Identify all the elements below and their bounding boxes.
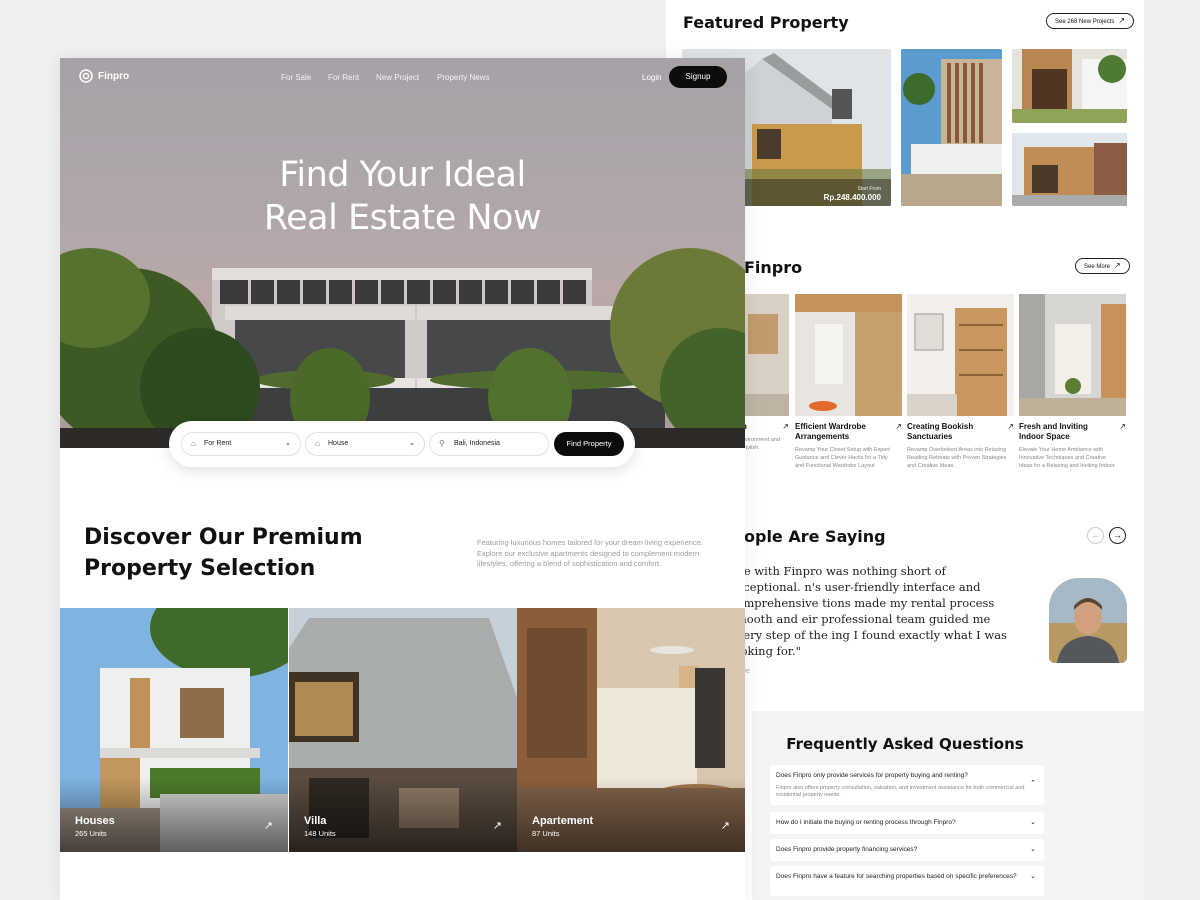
testimonial-quote: nce with Finpro was nothing short of exc… — [730, 564, 1007, 658]
article-title-2: Efficient Wardrobe Arrangements — [795, 422, 866, 441]
house-icon: ⌂ — [315, 439, 320, 448]
arrow-up-right-icon: ↗ — [263, 820, 273, 832]
category-count-apartement: 87 Units — [532, 829, 560, 838]
featured-card-3[interactable] — [1012, 49, 1127, 123]
chevron-down-icon: ⌄ — [285, 440, 291, 447]
faq-item-4[interactable]: Does Finpro have a feature for searching… — [770, 866, 1044, 896]
see-new-projects-button[interactable]: See 268 New Projects ↗ — [1046, 13, 1135, 29]
article-title-4: Fresh and Inviting Indoor Space — [1019, 422, 1088, 441]
featured-card-4-image — [1012, 133, 1127, 206]
discover-title-line-1: Discover Our Premium — [84, 525, 363, 550]
listing-type-value: For Rent — [204, 440, 232, 447]
nav-for-sale[interactable]: For Sale — [281, 73, 311, 82]
chevron-down-icon: ⌄ — [1030, 846, 1036, 853]
nav-for-rent[interactable]: For Rent — [328, 73, 359, 82]
article-desc-3: Revamp Overlooked Areas into Relaxing Re… — [907, 447, 1007, 469]
faq-title: Frequently Asked Questions — [786, 735, 1024, 753]
category-count-houses: 265 Units — [75, 829, 107, 838]
nav-property-news[interactable]: Property News — [437, 73, 489, 82]
featured-card-3-image — [1012, 49, 1127, 123]
faq-question-3: Does Finpro provide property financing s… — [776, 846, 918, 853]
see-new-projects-label: See 268 New Projects — [1055, 19, 1115, 25]
faq-question-4: Does Finpro have a feature for searching… — [776, 873, 1017, 880]
featured-title: Featured Property — [683, 13, 849, 32]
article-title-3: Creating Bookish Sanctuaries — [907, 422, 974, 441]
see-more-label: See More — [1084, 264, 1111, 270]
category-card-houses[interactable]: Houses 265 Units ↗ — [60, 608, 288, 852]
hero: Finpro For Sale For Rent New Project Pro… — [60, 58, 745, 448]
featured-card-2[interactable] — [901, 49, 1002, 206]
property-category-value: House — [328, 440, 349, 447]
chevron-up-icon: ⌃ — [1030, 780, 1036, 787]
chevron-down-icon: ⌄ — [1030, 819, 1036, 826]
nav-new-project[interactable]: New Project — [376, 73, 419, 82]
arrow-up-right-icon: ↗ — [720, 820, 730, 832]
testimonials-title: ople Are Saying — [744, 527, 886, 546]
article-card-4[interactable]: Fresh and Inviting Indoor Space ↗ Elevat… — [1019, 294, 1126, 470]
search-bar: ⌂ For Rent ⌄ ⌂ House ⌄ ⚲ Bali, Indonesia… — [169, 421, 635, 467]
location-value: Bali, Indonesia — [454, 440, 500, 447]
category-card-apartement[interactable]: Apartement 87 Units ↗ — [517, 608, 745, 852]
prev-testimonial-button[interactable]: ← — [1087, 527, 1104, 544]
find-property-button[interactable]: Find Property — [554, 432, 624, 456]
brand-logo[interactable]: Finpro — [79, 69, 129, 83]
featured-card-4[interactable] — [1012, 133, 1127, 206]
arrow-up-right-icon: ↗ — [895, 422, 902, 431]
featured-price-label: Start From — [857, 186, 881, 192]
faq-question-2: How do I initiate the buying or renting … — [776, 819, 956, 826]
category-name-apartement: Apartement — [532, 815, 594, 827]
articles-title: Finpro — [744, 258, 803, 277]
discover-description: Featuring luxurious homes tailored for y… — [477, 538, 703, 568]
brand-logo-icon — [79, 69, 93, 83]
signup-button[interactable]: Signup — [669, 66, 727, 88]
hero-title: Find Your Ideal Real Estate Now — [60, 154, 745, 240]
arrow-up-right-icon: ↗ — [782, 422, 789, 431]
article-image-3 — [907, 294, 1014, 416]
front-page: Finpro For Sale For Rent New Project Pro… — [60, 58, 745, 900]
hero-title-line-2: Real Estate Now — [263, 198, 542, 238]
home-icon: ⌂ — [191, 439, 196, 448]
chevron-down-icon: ⌄ — [409, 440, 415, 447]
next-testimonial-button[interactable]: → — [1109, 527, 1126, 544]
location-pin-icon: ⚲ — [439, 439, 445, 448]
featured-card-2-image — [901, 49, 1002, 206]
article-desc-1: nvironment and Stylish. — [742, 437, 780, 451]
article-desc-2: Revamp Your Closet Setup with Expert Gui… — [795, 447, 890, 469]
article-card-3[interactable]: Creating Bookish Sanctuaries ↗ Revamp Ov… — [907, 294, 1014, 470]
hero-building-image — [60, 248, 745, 448]
faq-item-1[interactable]: Does Finpro only provide services for pr… — [770, 765, 1044, 805]
arrow-up-right-icon: ↗ — [1119, 422, 1126, 431]
chevron-down-icon: ⌄ — [1030, 873, 1036, 880]
featured-price: Rp.248.400.000 — [823, 193, 881, 202]
hero-title-line-1: Find Your Ideal — [279, 155, 526, 195]
see-more-button[interactable]: See More ↗ — [1075, 258, 1130, 274]
login-link[interactable]: Login — [642, 73, 662, 82]
discover-title: Discover Our Premium Property Selection — [84, 522, 363, 584]
faq-answer-1: Finpro also offers property consultation… — [776, 785, 1025, 798]
article-desc-4: Elevate Your Home Ambiance with Innovati… — [1019, 447, 1115, 469]
category-name-houses: Houses — [75, 815, 115, 827]
category-count-villa: 148 Units — [304, 829, 336, 838]
faq-item-2[interactable]: How do I initiate the buying or renting … — [770, 812, 1044, 834]
discover-title-line-2: Property Selection — [84, 556, 316, 581]
category-card-villa[interactable]: Villa 148 Units ↗ — [289, 608, 517, 852]
article-image-2 — [795, 294, 902, 416]
arrow-up-right-icon: ↗ — [492, 820, 502, 832]
arrow-up-right-icon: ↗ — [1118, 16, 1126, 25]
arrow-up-right-icon: ↗ — [1114, 261, 1121, 270]
listing-type-select[interactable]: ⌂ For Rent ⌄ — [181, 432, 301, 456]
brand-name: Finpro — [98, 70, 130, 82]
faq-question-1: Does Finpro only provide services for pr… — [776, 772, 968, 779]
faq-panel: Frequently Asked Questions Does Finpro o… — [752, 711, 1144, 900]
category-name-villa: Villa — [304, 815, 327, 827]
article-card-2[interactable]: Efficient Wardrobe Arrangements ↗ Revamp… — [795, 294, 902, 470]
property-category-select[interactable]: ⌂ House ⌄ — [305, 432, 425, 456]
arrow-up-right-icon: ↗ — [1007, 422, 1014, 431]
location-input[interactable]: ⚲ Bali, Indonesia — [429, 432, 549, 456]
article-image-4 — [1019, 294, 1126, 416]
faq-item-3[interactable]: Does Finpro provide property financing s… — [770, 839, 1044, 861]
avatar — [1049, 578, 1127, 663]
